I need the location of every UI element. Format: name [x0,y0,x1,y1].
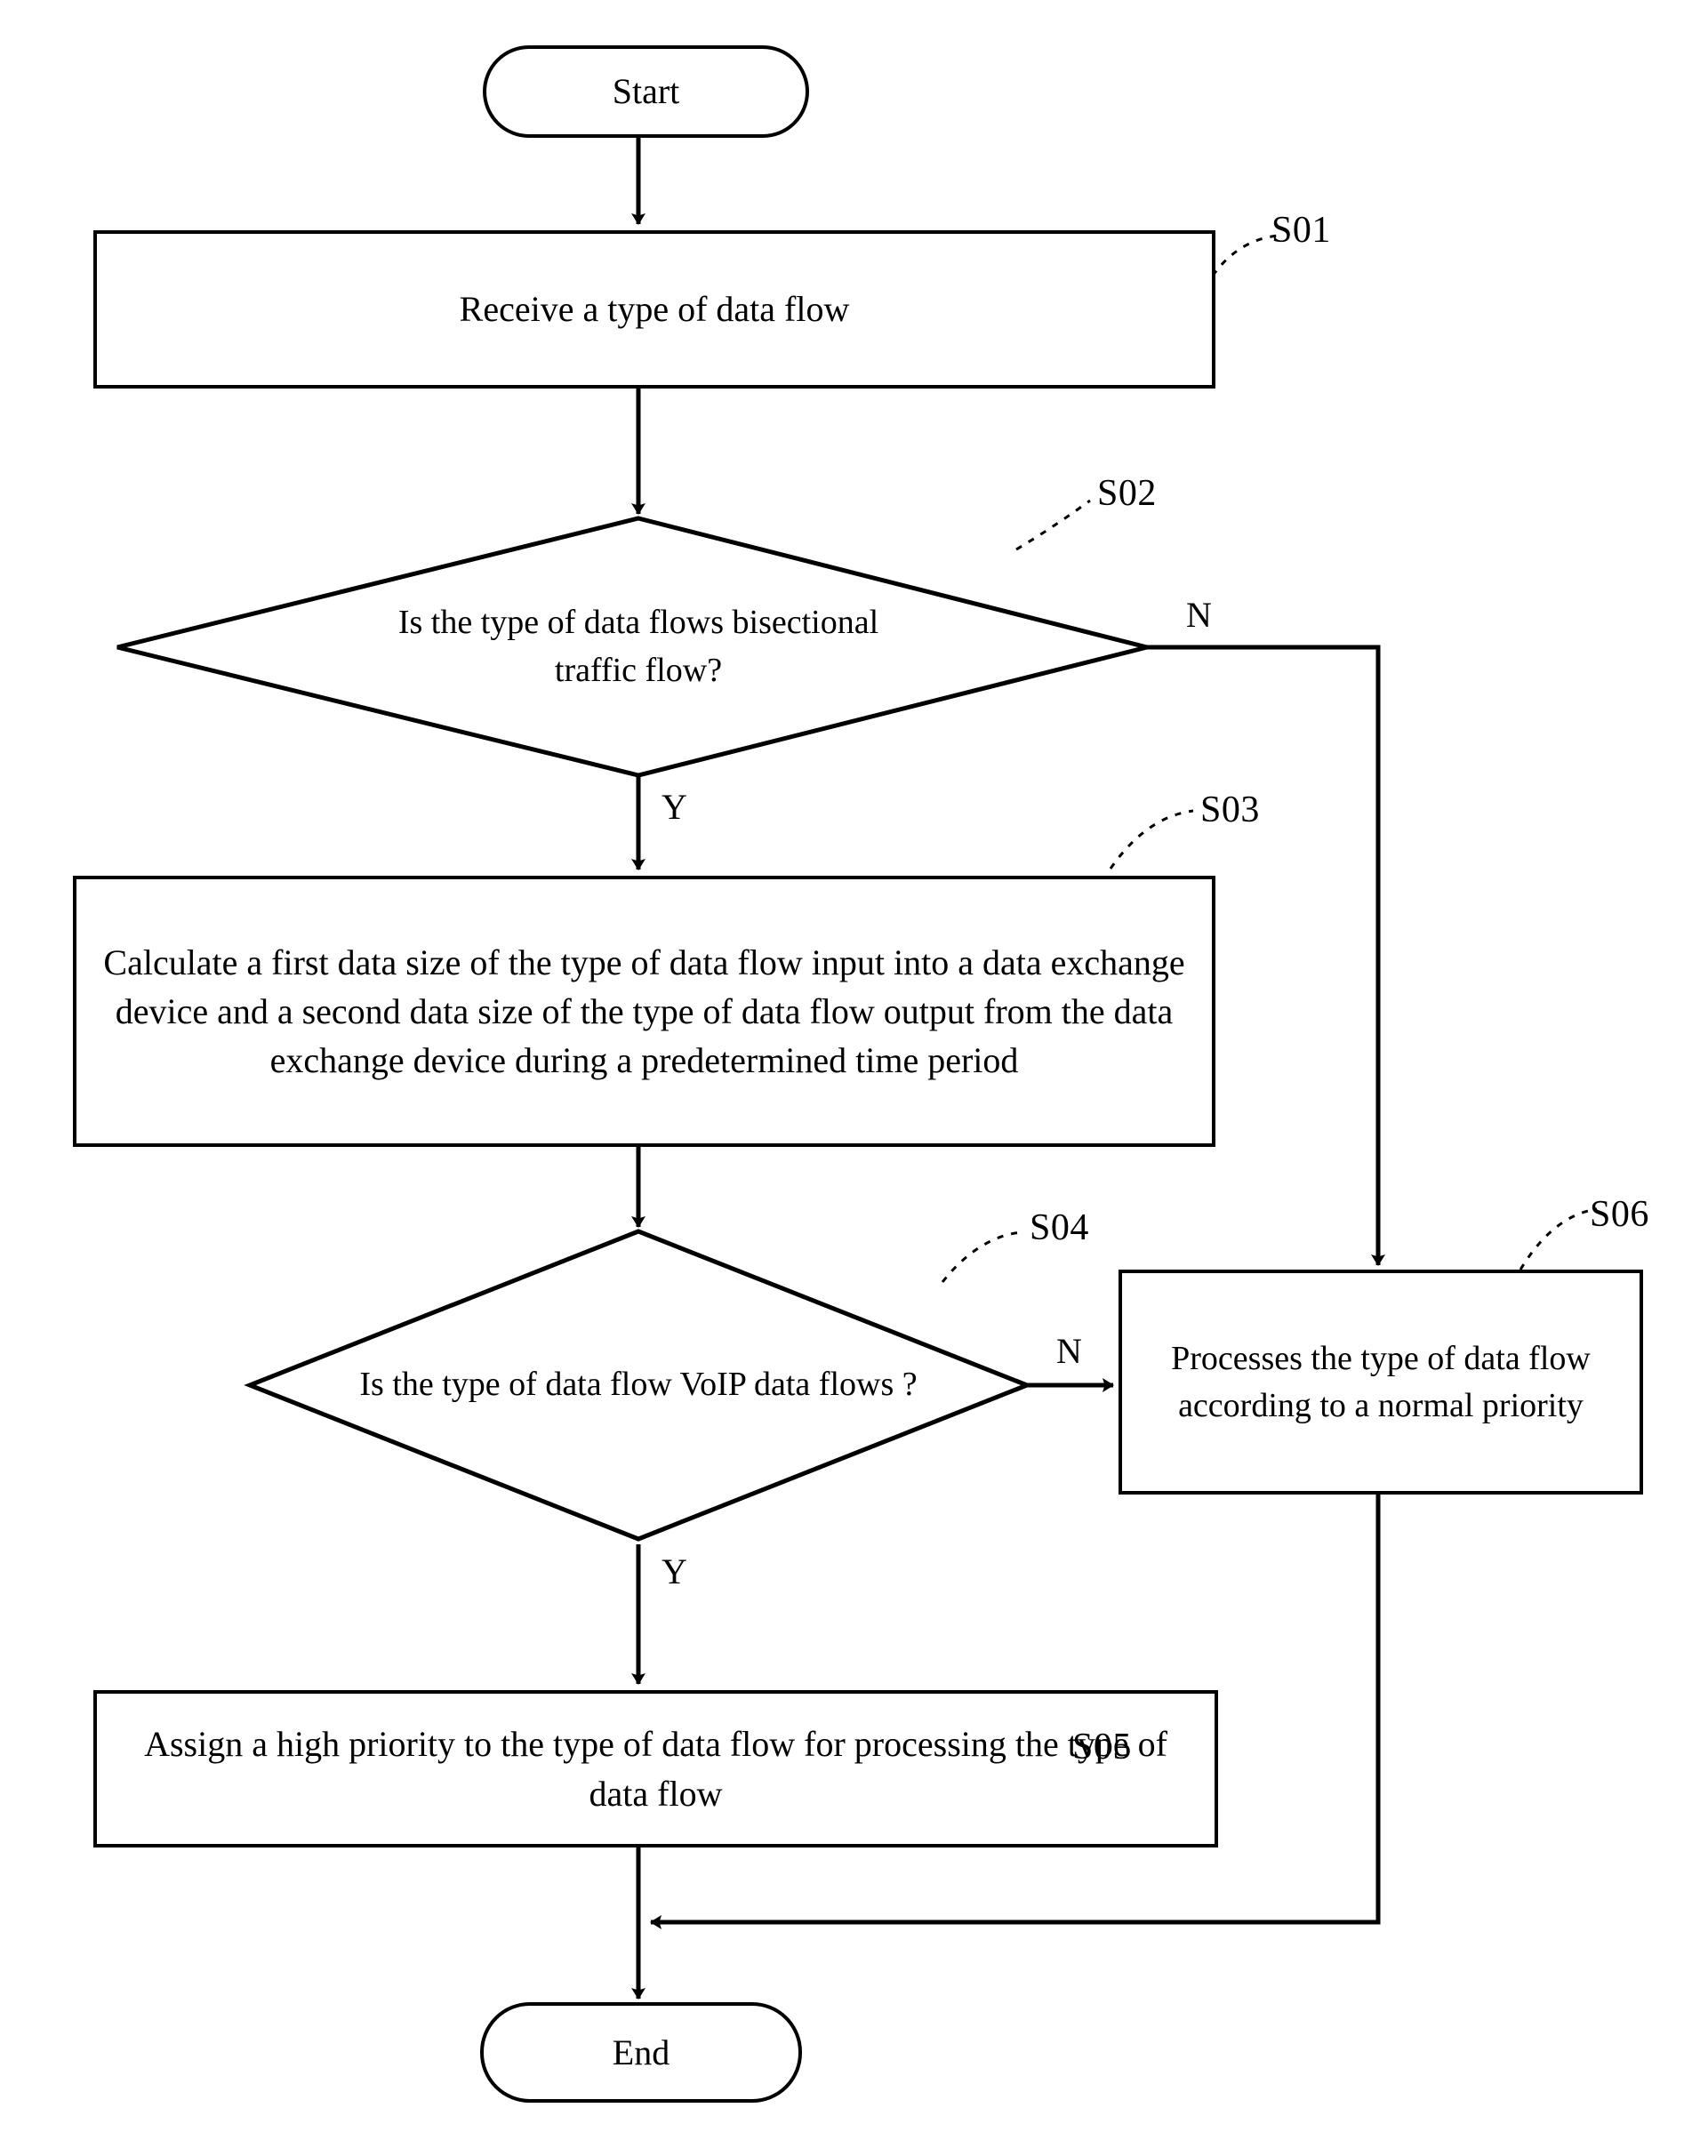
terminal-end[interactable]: End [480,2002,802,2103]
decision-s04[interactable]: Is the type of data flow VoIP data flows… [356,1314,921,1456]
step-label-s02: S02 [1097,473,1157,514]
branch-label-s04-yes: Y [662,1551,687,1591]
branch-label-s02-no: N [1186,595,1212,635]
terminal-start[interactable]: Start [483,45,809,138]
step-label-s05: S05 [1072,1727,1132,1767]
leader-s04 [941,1230,1023,1283]
decision-s04-label: Is the type of data flow VoIP data flows… [359,1366,918,1404]
step-label-s04: S04 [1030,1207,1089,1248]
step-label-s06: S06 [1590,1194,1649,1235]
process-s05[interactable]: Assign a high priority to the type of da… [93,1690,1218,1847]
terminal-start-label: Start [612,71,680,111]
decision-s02[interactable]: Is the type of data flows bisectional tr… [356,551,921,743]
process-s06[interactable]: Processes the type of data flow accordin… [1119,1270,1643,1495]
process-s06-label: Processes the type of data flow accordin… [1171,1340,1591,1424]
process-s01[interactable]: Receive a type of data flow [93,230,1215,389]
terminal-end-label: End [612,2032,670,2072]
leader-s02 [1015,499,1091,551]
process-s03[interactable]: Calculate a first data size of the type … [73,876,1215,1147]
decision-s02-label: Is the type of data flows bisectional tr… [397,604,879,689]
branch-label-s04-no: N [1056,1331,1082,1371]
step-label-s03: S03 [1200,789,1260,830]
leader-s03 [1109,809,1194,870]
flowchart-canvas: Start Receive a type of data flow S01 Is… [0,0,1708,2156]
step-label-s01: S01 [1271,210,1331,251]
branch-label-s02-yes: Y [662,787,687,827]
process-s05-label: Assign a high priority to the type of da… [144,1724,1167,1814]
process-s01-label: Receive a type of data flow [459,289,850,330]
leader-s06 [1519,1207,1598,1270]
process-s03-label: Calculate a first data size of the type … [103,942,1185,1081]
